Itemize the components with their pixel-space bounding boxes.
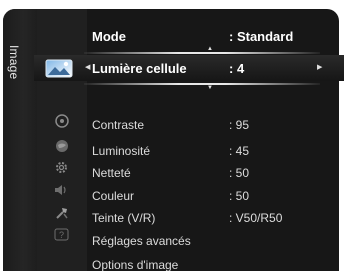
menu-item-value: : 95 <box>229 117 250 132</box>
menu-item-label: Lumière cellule <box>92 60 187 76</box>
menu-item-nettete[interactable]: Netteté : 50 <box>84 160 344 185</box>
globe-icon[interactable] <box>55 139 69 153</box>
svg-text:?: ? <box>59 230 64 240</box>
category-strip: Image <box>3 9 37 271</box>
menu-item-label: Couleur <box>92 188 135 203</box>
menu-item-value: : Standard <box>229 28 294 44</box>
disc-icon[interactable] <box>55 114 69 128</box>
help-icon[interactable]: ? <box>54 228 69 241</box>
menu-item-label: Netteté <box>92 165 131 180</box>
menu-item-label: Options d'image <box>92 257 179 271</box>
gear-icon[interactable] <box>54 160 69 175</box>
menu-item-label: Contraste <box>92 117 145 132</box>
menu-item-contraste[interactable]: Contraste : 95 <box>84 112 344 137</box>
menu-item-value: : V50/R50 <box>229 210 283 225</box>
menu-item-value: : 45 <box>229 143 250 158</box>
scroll-down-arrow-icon: ▼ <box>207 85 213 91</box>
menu-item-label: Réglages avancés <box>92 233 191 248</box>
menu-item-label: Teinte (V/R) <box>92 210 156 225</box>
menu-item-label: Luminosité <box>92 143 151 158</box>
menu-item-options-image[interactable]: Options d'image <box>84 252 344 271</box>
menu-item-value: : 50 <box>229 188 250 203</box>
selection-line-bottom <box>84 83 320 85</box>
menu-item-lumiere-cellule[interactable]: Lumière cellule : 4 <box>84 55 344 81</box>
menu-item-teinte[interactable]: Teinte (V/R) : V50/R50 <box>84 205 344 230</box>
setup-icon[interactable] <box>55 206 69 220</box>
selection-line-top <box>84 52 320 54</box>
menu-item-value: : 50 <box>229 165 250 180</box>
screen: Image ? ▲ ▼ ◀ ▶ Mode: Standard Lumière … <box>0 0 344 271</box>
category-label: Image <box>7 45 21 80</box>
speaker-icon[interactable] <box>53 184 69 196</box>
menu-item-reglages-avances[interactable]: Réglages avancés <box>84 228 344 253</box>
menu-item-label: Mode <box>92 28 126 44</box>
menu-item-value: : 4 <box>229 60 245 76</box>
picture-icon[interactable] <box>44 58 74 80</box>
menu-item-mode[interactable]: Mode : Standard <box>84 23 344 49</box>
